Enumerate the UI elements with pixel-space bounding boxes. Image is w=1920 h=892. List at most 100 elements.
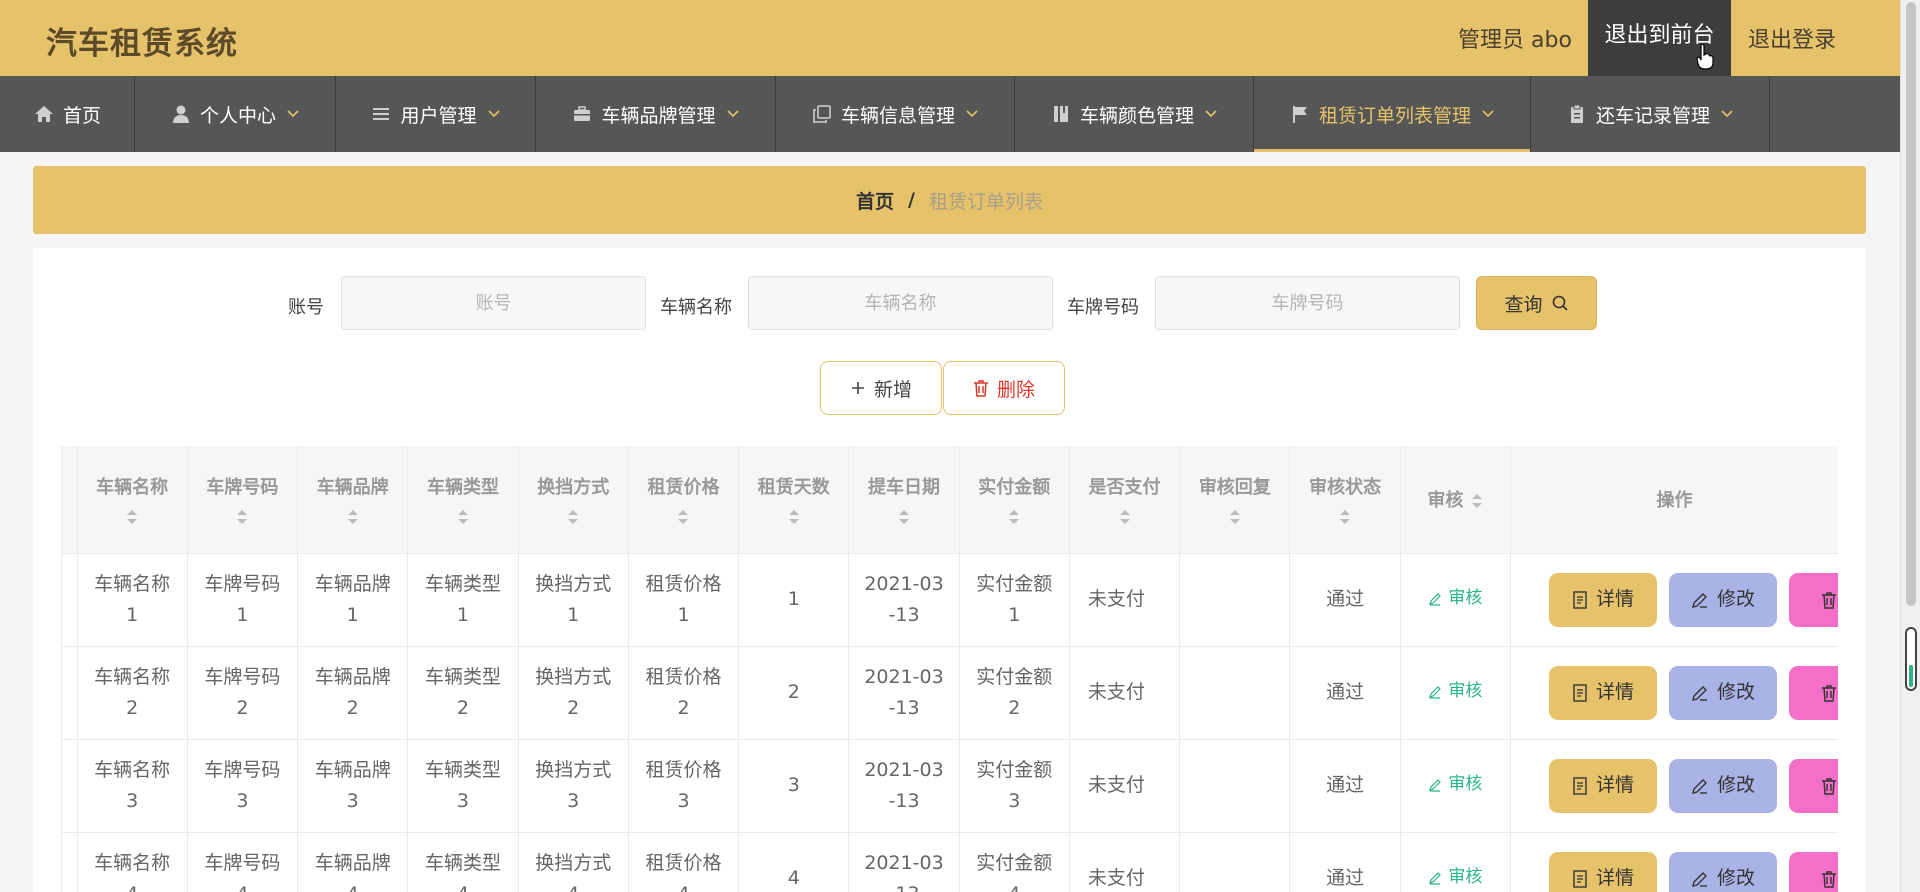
selection-cell[interactable] [62,646,78,740]
breadcrumb: 首页 / 租赁订单列表 [33,166,1866,234]
nav-item-rental-orders[interactable]: 租赁订单列表管理 [1254,76,1531,152]
cell-operations: 详情 修改 删 [1510,646,1838,740]
batch-delete-button[interactable]: 删除 [943,361,1065,415]
vehicle-name-input[interactable] [748,276,1053,330]
add-label: 新增 [873,378,912,401]
detail-button[interactable]: 详情 [1548,665,1657,720]
sort-icon [899,510,910,525]
trash-icon [1822,777,1837,795]
audit-link[interactable]: 审核 [1428,583,1482,614]
delete-button[interactable]: 删 [1788,665,1838,720]
sort-icon [127,510,138,525]
column-header[interactable]: 租赁价格 [628,446,740,554]
nav-label: 车辆颜色管理 [1079,104,1194,127]
chevron-down-icon [1720,107,1734,121]
column-header[interactable]: 审核 [1400,446,1511,554]
cell-status: 通过 [1289,553,1401,647]
nav-item-vehicle-info-management[interactable]: 车辆信息管理 [776,76,1015,152]
nav-item-brand-management[interactable]: 车辆品牌管理 [536,76,776,152]
flag-icon [1289,103,1311,125]
search-icon [1552,295,1568,311]
delete-button[interactable]: 删 [1788,572,1838,627]
page-scrollbar[interactable] [1900,0,1920,892]
cell-plate: 车牌号码 3 [187,739,299,833]
table-header-row: 车辆名称 车牌号码 车辆品牌 车辆类型 换挡方式 租赁价格 租赁天数 提车日期 … [62,446,1838,554]
audit-link[interactable]: 审核 [1428,676,1482,707]
column-header[interactable]: 提车日期 [848,446,960,554]
audit-link[interactable]: 审核 [1428,769,1482,800]
selection-cell[interactable] [62,739,78,833]
column-header[interactable]: 车辆名称 [77,446,188,554]
selection-cell[interactable] [62,832,78,892]
edit-button[interactable]: 修改 [1668,572,1777,627]
sort-icon [568,510,579,525]
detail-button[interactable]: 详情 [1548,758,1657,813]
detail-button[interactable]: 详情 [1548,851,1657,892]
edit-button[interactable]: 修改 [1668,665,1777,720]
audit-link[interactable]: 审核 [1428,862,1482,892]
edit-button[interactable]: 修改 [1668,851,1777,892]
cell-reply [1179,646,1291,740]
cell-type: 车辆类型 3 [407,739,519,833]
nav-item-user-management[interactable]: 用户管理 [336,76,536,152]
selection-cell[interactable] [62,553,78,647]
table-row[interactable]: 车辆名称 1 车牌号码 1 车辆品牌 1 车辆类型 1 换挡方式 1 租赁价格 1 1 20… [62,553,1838,647]
nav-item-home[interactable]: 首页 [0,76,135,152]
cell-brand: 车辆品牌4 [297,832,409,892]
column-header[interactable]: 车牌号码 [187,446,299,554]
cell-price: 租赁价格 3 [628,739,740,833]
column-header[interactable]: 审核状态 [1289,446,1401,554]
sort-icon [237,510,248,525]
home-icon [33,103,55,125]
top-bar: 汽车租赁系统 管理员 abo 退出到前台 退出登录 [0,0,1900,76]
edit-pen-icon [1429,871,1442,885]
nav-item-return-records[interactable]: 还车记录管理 [1531,76,1770,152]
column-header[interactable]: 车辆类型 [407,446,519,554]
edit-button[interactable]: 修改 [1668,758,1777,813]
column-header[interactable]: 车辆品牌 [297,446,409,554]
column-header[interactable]: 审核回复 [1179,446,1291,554]
column-header[interactable]: 实付金额 [959,446,1070,554]
app-title: 汽车租赁系统 [46,26,238,62]
clipboard-icon [1566,103,1588,125]
nav-label: 车辆信息管理 [840,104,955,127]
cell-price: 租赁价格4 [628,832,740,892]
table-row[interactable]: 车辆名称 3 车牌号码 3 车辆品牌 3 车辆类型 3 换挡方式 3 租赁价格 3 3 20… [62,739,1838,833]
book-icon [1050,103,1072,125]
nav-label: 租赁订单列表管理 [1318,104,1471,127]
cell-reply [1179,832,1291,892]
nav-item-personal-center[interactable]: 个人中心 [135,76,336,152]
account-input[interactable] [341,276,646,330]
plate-input[interactable] [1155,276,1460,330]
nav-label: 还车记录管理 [1595,104,1710,127]
add-button[interactable]: 新增 [820,361,942,415]
column-header[interactable]: 换挡方式 [518,446,629,554]
cell-plate: 车牌号码 1 [187,553,299,647]
query-button[interactable]: 查询 [1476,276,1597,330]
trash-icon [1822,684,1837,702]
cell-audit: 审核 [1400,646,1511,740]
sort-icon [1229,510,1240,525]
table-row[interactable]: 车辆名称 2 车牌号码 2 车辆品牌 2 车辆类型 2 换挡方式 2 租赁价格 2 2 20… [62,646,1838,740]
edit-pen-icon [1692,592,1707,608]
table-row[interactable]: 车辆名称4 车牌号码4 车辆品牌4 车辆类型4 换挡方式4 租赁价格4 4 20… [62,832,1838,892]
delete-button[interactable]: 删 [1788,851,1838,892]
sort-icon [1472,494,1483,509]
delete-button[interactable]: 删 [1788,758,1838,813]
detail-button[interactable]: 详情 [1548,572,1657,627]
cell-type: 车辆类型4 [407,832,519,892]
column-header[interactable]: 是否支付 [1069,446,1181,554]
cell-date: 2021-03-13 [848,553,960,647]
cell-audit: 审核 [1400,832,1511,892]
chevron-down-icon [1481,107,1495,121]
cell-paid: 实付金额 3 [959,739,1070,833]
nav-label: 个人中心 [199,104,276,127]
column-header[interactable]: 租赁天数 [738,446,850,554]
cell-days: 1 [738,553,850,647]
nav-item-color-management[interactable]: 车辆颜色管理 [1015,76,1254,152]
scrollbar-thumb[interactable] [1906,2,1916,606]
edit-pen-icon [1429,592,1442,606]
breadcrumb-home[interactable]: 首页 [856,187,894,214]
cell-operations: 详情 修改 删 [1510,832,1838,892]
logout-button[interactable]: 退出登录 [1748,22,1836,54]
